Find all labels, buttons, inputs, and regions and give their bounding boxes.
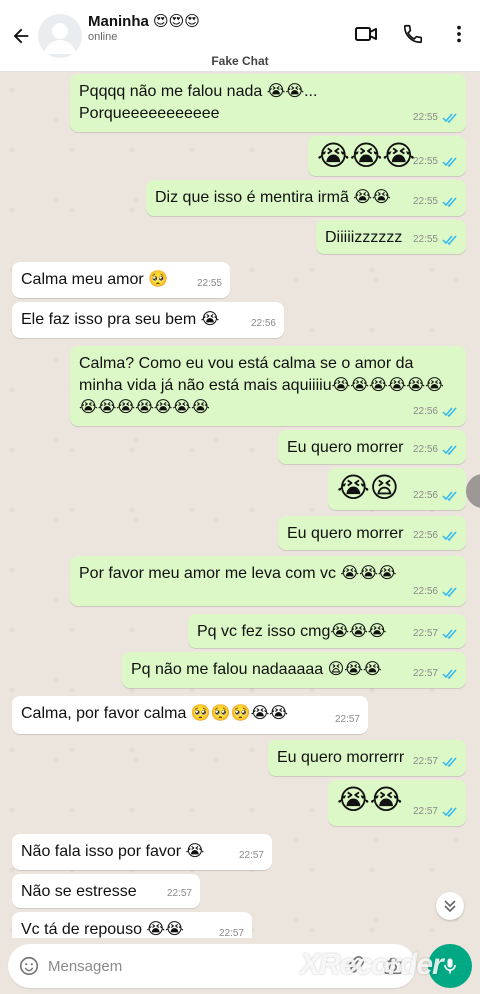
message-text: Pq não me falou nadaaaaa 😫😭😭 (131, 661, 382, 678)
message-time: 22:57 (334, 714, 360, 725)
message-bubble[interactable]: Calma? Como eu vou está calma se o amor … (70, 346, 466, 426)
double-check-icon (442, 113, 457, 123)
message-time: 22:55 (412, 196, 438, 207)
double-check-icon (442, 531, 457, 541)
message-time: 22:56 (250, 318, 276, 329)
message-text: Eu quero morrer (287, 525, 404, 542)
double-check-icon (442, 587, 457, 597)
double-check-icon (442, 157, 457, 167)
message-text: Diz que isso é mentira irmã 😭😭 (155, 189, 391, 206)
message-bubble[interactable]: Vc tá de repouso 😭😭 22:57 (12, 912, 252, 938)
emoji-icon[interactable] (18, 955, 40, 977)
double-check-icon (442, 491, 457, 501)
chat-header: Maninha 😍😍😍 online Fake Chat (0, 0, 480, 72)
message-bubble[interactable]: Não se estresse 22:57 (12, 874, 200, 908)
message-text: Não se estresse (21, 883, 137, 900)
mic-icon (444, 958, 456, 974)
message-bubble[interactable]: Calma, por favor calma 🥺🥺🥺😭😭 22:57 (12, 696, 368, 734)
message-time: 22:57 (238, 850, 264, 861)
more-vertical-icon[interactable] (448, 23, 470, 45)
video-camera-icon[interactable] (354, 22, 378, 46)
message-bubble[interactable]: Diiiiizzzzzz 22:55 (316, 220, 466, 254)
message-bubble[interactable]: 😭😫 22:56 (328, 468, 466, 510)
message-text: Calma meu amor 🥺 (21, 271, 169, 288)
message-bubble[interactable]: 😭😭 22:57 (328, 780, 466, 826)
phone-icon[interactable] (402, 23, 424, 45)
double-check-icon (442, 407, 457, 417)
message-time: 22:55 (412, 234, 438, 245)
message-bubble[interactable]: Por favor meu amor me leva com vc 😭😭😭 22… (70, 556, 466, 606)
message-text: 😭😫 (337, 471, 399, 504)
arrow-left-icon (13, 28, 29, 43)
message-bubble[interactable]: Eu quero morrer 22:56 (278, 516, 466, 550)
message-bubble[interactable]: Calma meu amor 🥺 22:55 (12, 262, 230, 298)
contact-name: Maninha 😍😍😍 (88, 13, 200, 30)
message-time: 22:56 (412, 586, 438, 597)
double-check-icon (442, 235, 457, 245)
default-avatar-icon (44, 22, 76, 54)
fake-chat-label: Fake Chat (211, 54, 269, 68)
message-bubble[interactable]: Pqqqq não me falou nada 😭😭... Porqueeeee… (70, 74, 466, 132)
message-time: 22:55 (196, 278, 222, 289)
message-bubble[interactable]: Eu quero morrer 22:56 (278, 430, 466, 464)
message-text: Calma? Como eu vou está calma se o amor … (79, 355, 444, 416)
message-text: Vc tá de repouso 😭😭 (21, 921, 184, 938)
message-time: 22:56 (412, 444, 438, 455)
message-bubble[interactable]: 😭😭😭 22:55 (308, 136, 466, 176)
double-check-icon (442, 197, 457, 207)
back-button[interactable] (4, 19, 38, 53)
double-check-icon (442, 757, 457, 767)
chevron-double-down-icon (444, 900, 456, 913)
message-time: 22:55 (412, 112, 438, 123)
message-bubble[interactable]: Ele faz isso pra seu bem 😭 22:56 (12, 302, 284, 338)
message-time: 22:56 (412, 530, 438, 541)
message-time: 22:55 (412, 156, 438, 167)
double-check-icon (442, 807, 457, 817)
message-text: Pqqqq não me falou nada 😭😭... Porqueeeee… (79, 83, 318, 122)
double-check-icon (442, 445, 457, 455)
message-bubble[interactable]: Não fala isso por favor 😭 22:57 (12, 834, 272, 870)
message-time: 22:56 (412, 406, 438, 417)
message-text: Pq vc fez isso cmg😭😭😭 (197, 623, 387, 640)
message-bubble[interactable]: Diz que isso é mentira irmã 😭😭 22:55 (146, 180, 466, 216)
message-time: 22:57 (412, 756, 438, 767)
message-text: Não fala isso por favor 😭 (21, 843, 205, 860)
message-text: Calma, por favor calma 🥺🥺🥺😭😭 (21, 705, 288, 722)
contact-status: online (88, 31, 118, 43)
avatar[interactable] (38, 13, 82, 58)
message-time: 22:57 (166, 888, 192, 899)
message-bubble[interactable]: Eu quero morrerrr 22:57 (268, 740, 466, 776)
message-time: 22:56 (412, 490, 438, 501)
message-text: Por favor meu amor me leva com vc 😭😭😭 (79, 565, 397, 582)
double-check-icon (442, 669, 457, 679)
message-time: 22:57 (412, 806, 438, 817)
double-check-icon (442, 629, 457, 639)
message-bubble[interactable]: Pq vc fez isso cmg😭😭😭 22:57 (188, 614, 466, 648)
message-text: Eu quero morrerrr (277, 749, 405, 766)
contact-info[interactable]: Maninha 😍😍😍 online (88, 12, 200, 43)
recorder-watermark: XRecorder (300, 948, 444, 981)
message-input[interactable]: Mensagem (48, 958, 122, 975)
chat-area[interactable]: Pqqqq não me falou nada 😭😭... Porqueeeee… (0, 72, 480, 938)
message-text: 😭😭😭 (317, 139, 416, 172)
message-bubble[interactable]: Pq não me falou nadaaaaa 😫😭😭 22:57 (122, 652, 466, 688)
message-time: 22:57 (412, 628, 438, 639)
message-text: Ele faz isso pra seu bem 😭 (21, 311, 220, 328)
message-time: 22:57 (218, 928, 244, 938)
message-text: Diiiiizzzzzz (325, 229, 403, 246)
scroll-to-bottom-button[interactable] (436, 892, 464, 920)
message-text: 😭😭 (337, 783, 403, 816)
message-time: 22:57 (412, 668, 438, 679)
message-text: Eu quero morrer (287, 439, 404, 456)
